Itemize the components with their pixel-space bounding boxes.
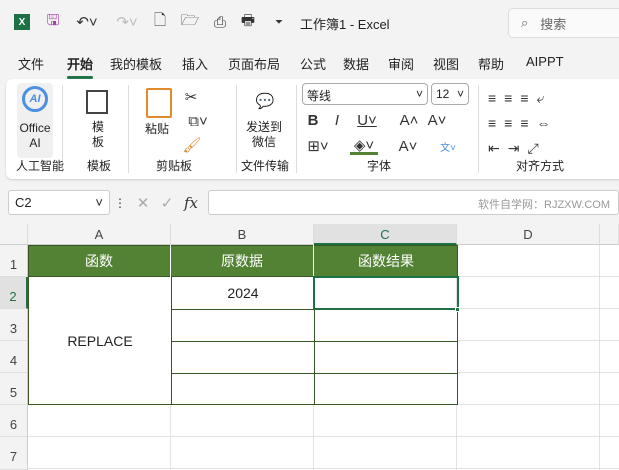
row-header-3[interactable]: 3 [0,309,28,341]
font-color-icon[interactable]: A˅ [394,137,422,155]
column-header-c[interactable]: C [314,224,457,245]
cell-b5[interactable] [171,373,315,405]
search-box[interactable]: ⌕ 搜索 [508,8,619,38]
redo-icon[interactable]: ↷˅ [114,12,140,32]
excel-logo-icon: X [14,14,30,30]
tab-aippt[interactable]: AIPPT [526,54,564,69]
row-header-1[interactable]: 1 [0,245,28,277]
tab-insert[interactable]: 插入 [182,54,208,73]
formula-input[interactable]: 软件自学网：RJZXW.COM [208,190,619,215]
column-header-d[interactable]: D [457,224,600,245]
group-label-clipboard: 剪贴板 [156,159,193,173]
office-ai-label: Office AI [19,121,51,150]
search-icon: ⌕ [521,15,529,30]
title-bar: X 🖫 ↶˅ ↷˅ 🗋 🗁 ⎙ 🖶 ⏷ 工作簿1 - Excel ⌕ 搜索 [0,0,619,45]
paste-button[interactable]: 粘贴 [140,122,174,137]
group-label-file-transfer: 文件传输 [241,159,290,173]
tab-file[interactable]: 文件 [18,54,44,73]
spreadsheet-grid[interactable]: A B C D 1 2 3 4 5 6 7 函数 原数据 函数结果 REPLAC… [0,224,619,470]
column-header-a[interactable]: A [28,224,171,245]
send-wechat-button[interactable]: 发送到微信 [244,120,284,150]
row-header-7[interactable]: 7 [0,437,28,470]
chevron-down-icon: ˅ [415,87,423,101]
customize-dropdown-icon[interactable]: ⏷ [272,12,286,32]
name-box-value: C2 [15,195,32,210]
cell-c5[interactable] [314,373,458,405]
decrease-font-icon[interactable]: A˅ [428,112,447,129]
formula-bar: C2 ˅ ⋮ ✕ ✓ fx 软件自学网：RJZXW.COM [0,186,619,218]
chevron-down-icon: ˅ [456,87,464,101]
cancel-icon[interactable]: ✕ [134,194,152,212]
header-cell-c1[interactable]: 函数结果 [314,245,458,277]
group-label-font: 字体 [367,159,392,173]
tab-page-layout[interactable]: 页面布局 [228,54,280,73]
column-header-b[interactable]: B [171,224,314,245]
row-header-4[interactable]: 4 [0,341,28,373]
insert-function-icon[interactable]: fx [180,194,202,212]
bold-icon[interactable]: B [306,112,320,129]
fill-color-icon[interactable]: ◈˅ [350,137,378,155]
tab-view[interactable]: 视图 [433,54,459,73]
paste-icon[interactable] [146,88,172,118]
phonetic-icon[interactable]: 文˅ [434,137,462,155]
fill-handle[interactable] [455,307,460,312]
cut-icon[interactable]: ✂ [183,88,199,106]
cell-c4[interactable] [314,341,458,374]
row-header-6[interactable]: 6 [0,405,28,437]
merged-cell-a2-a5[interactable]: REPLACE [28,277,172,405]
ai-icon: AI [22,86,48,112]
undo-icon[interactable]: ↶˅ [74,12,100,32]
tab-help[interactable]: 帮助 [478,54,504,73]
group-label-ai: 人工智能 [16,159,65,173]
copy-icon[interactable]: ⧉˅ [183,112,213,130]
cell-c3[interactable] [314,309,458,342]
tab-formulas[interactable]: 公式 [300,54,326,73]
font-size-select[interactable]: 12 ˅ [431,83,469,105]
watermark: 软件自学网：RJZXW.COM [478,199,610,211]
window-title: 工作簿1 - Excel [300,17,390,32]
tab-home[interactable]: 开始 [67,54,94,79]
cell-b3[interactable] [171,309,315,342]
template-button[interactable]: 模板 [90,120,106,150]
wechat-icon[interactable]: 💬 [252,90,278,112]
font-name-value: 等线 [307,89,332,103]
selected-cell-c2[interactable] [313,276,459,310]
cell-b4[interactable] [171,341,315,374]
borders-icon[interactable]: ⊞˅ [304,137,332,155]
tab-data[interactable]: 数据 [343,54,369,73]
open-folder-icon[interactable]: 🗁 [180,12,200,32]
group-label-template: 模板 [87,159,112,173]
header-cell-b1[interactable]: 原数据 [171,245,314,277]
select-all-corner[interactable] [0,224,28,245]
enter-icon[interactable]: ✓ [158,194,176,212]
font-size-value: 12 [436,87,450,101]
new-file-icon[interactable]: 🗋 [150,12,170,32]
row-header-5[interactable]: 5 [0,373,28,405]
row-header-2[interactable]: 2 [0,277,28,309]
tab-my-templates[interactable]: 我的模板 [110,54,162,73]
increase-font-icon[interactable]: A˄ [400,112,419,129]
header-cell-a1[interactable]: 函数 [28,245,171,277]
print-preview-icon[interactable]: ⎙ [210,12,230,32]
search-placeholder: 搜索 [540,16,567,32]
template-icon[interactable] [86,90,108,114]
name-box[interactable]: C2 ˅ [8,190,110,215]
format-painter-icon[interactable]: 🖌 [182,136,201,154]
save-icon[interactable]: 🖫 [42,12,64,32]
group-label-alignment: 对齐方式 [516,159,565,173]
chevron-down-icon: ˅ [95,195,103,210]
underline-icon[interactable]: U˅ [354,112,380,129]
column-header-e[interactable] [600,224,619,245]
italic-icon[interactable]: I [330,112,344,129]
tab-review[interactable]: 审阅 [388,54,414,73]
more-icon[interactable]: ⋮ [114,194,126,212]
cell-b2[interactable]: 2024 [171,277,315,310]
print-icon[interactable]: 🖶 [238,12,258,32]
alignment-buttons[interactable]: ≡≡≡⤶ ≡≡≡⇔ ⇤⇥⤢ [488,86,598,156]
office-ai-button[interactable]: AI Office AI [17,83,53,158]
font-name-select[interactable]: 等线 ˅ [302,83,428,105]
